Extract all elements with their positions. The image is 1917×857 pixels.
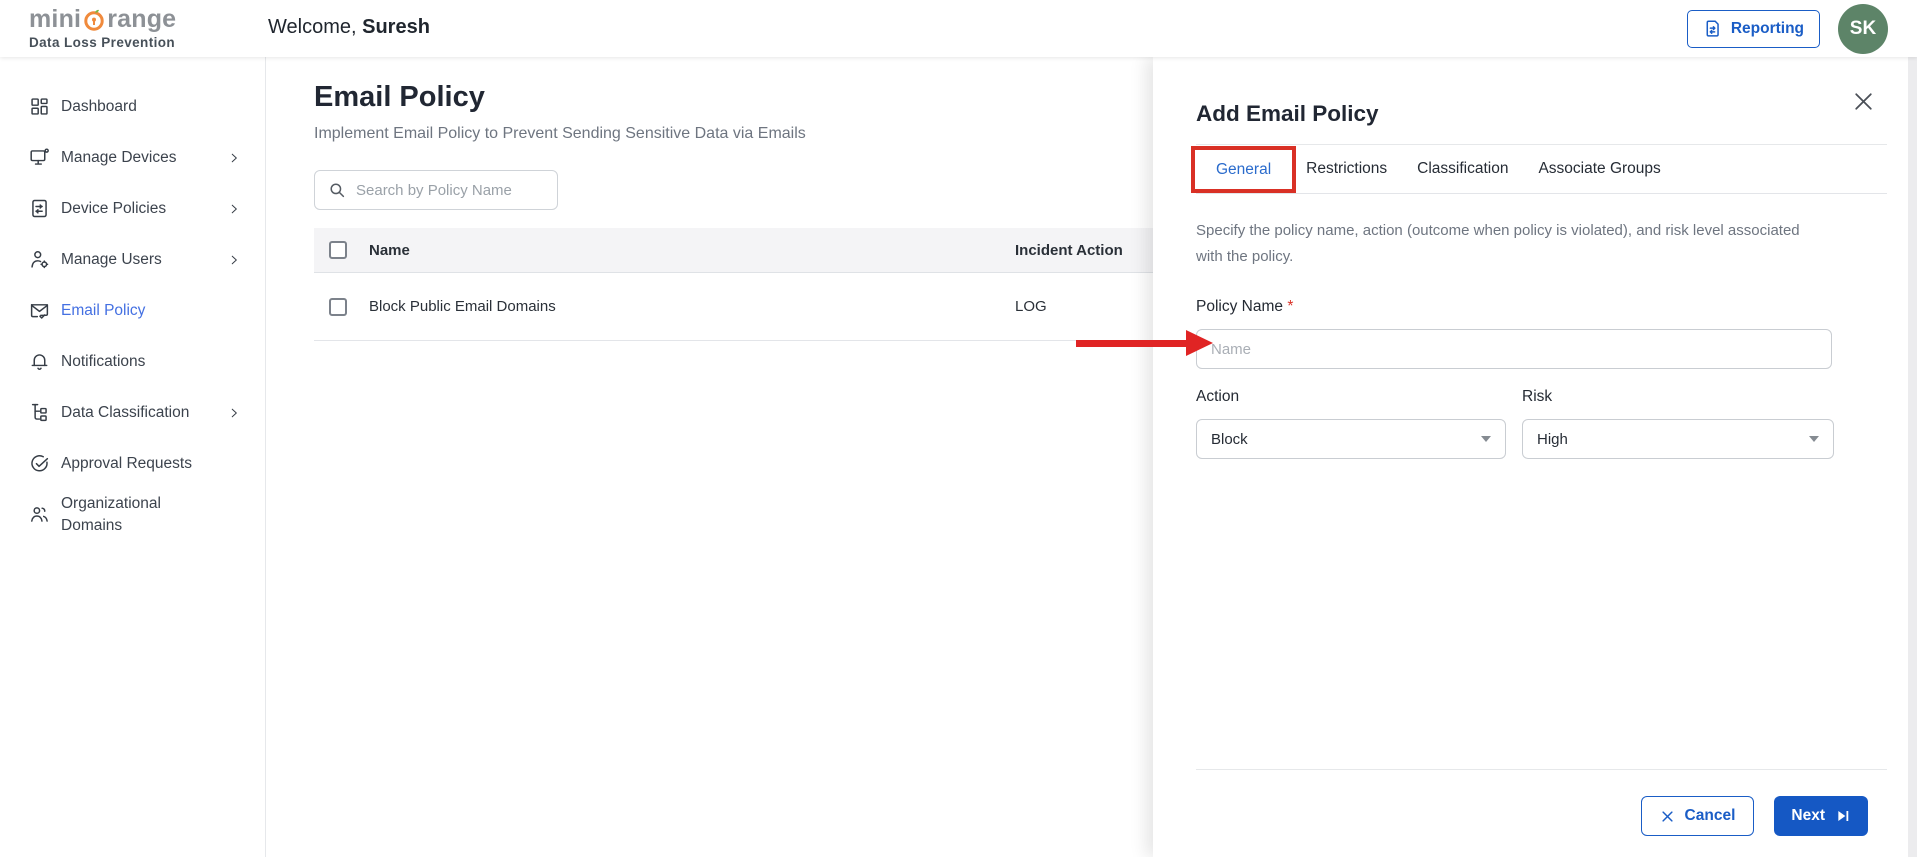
- sidebar-item-label: Manage Devices: [61, 148, 177, 166]
- welcome-username: Suresh: [362, 16, 430, 38]
- avatar-initials: SK: [1849, 17, 1877, 39]
- next-button[interactable]: Next: [1774, 796, 1868, 836]
- caret-down-icon: [1481, 436, 1491, 442]
- sidebar-item-organizational-domains[interactable]: Organizational Domains: [0, 489, 265, 540]
- table-row[interactable]: Block Public Email Domains LOG: [314, 273, 1174, 341]
- policy-document-icon: [29, 198, 50, 219]
- sidebar-item-label: Approval Requests: [61, 454, 192, 472]
- search-input[interactable]: [356, 181, 536, 199]
- chevron-right-icon: [227, 406, 241, 420]
- sidebar-item-label: Email Policy: [61, 301, 146, 319]
- x-icon: [1660, 809, 1675, 824]
- chevron-right-icon: [227, 202, 241, 216]
- user-gear-icon: [29, 249, 50, 270]
- sidebar-item-notifications[interactable]: Notifications: [0, 336, 265, 387]
- sidebar-item-device-policies[interactable]: Device Policies: [0, 183, 265, 234]
- policy-table: Name Incident Action Block Public Email …: [314, 228, 1174, 341]
- report-document-icon: [1703, 19, 1722, 38]
- red-annotation-box: General: [1191, 146, 1297, 193]
- logo-text-suffix: range: [107, 5, 177, 33]
- risk-select-value: High: [1537, 430, 1568, 448]
- skip-next-icon: [1835, 808, 1851, 824]
- cancel-button-label: Cancel: [1684, 807, 1736, 824]
- magnifier-icon: [328, 181, 346, 199]
- drawer-tabs: General Restrictions Classification Asso…: [1191, 145, 1887, 194]
- drawer-scrollbar[interactable]: [1908, 57, 1917, 857]
- sidebar-item-label: Device Policies: [61, 199, 167, 217]
- tab-general[interactable]: General: [1216, 161, 1271, 179]
- table-header-row: Name Incident Action: [314, 228, 1174, 273]
- tab-classification[interactable]: Classification: [1417, 160, 1508, 178]
- sidebar-item-label: Organizational Domains: [61, 494, 161, 534]
- tab-associate-groups[interactable]: Associate Groups: [1538, 160, 1660, 178]
- action-select[interactable]: Block: [1196, 419, 1506, 459]
- brand-logo: mini range Data Loss Prevention: [29, 5, 229, 51]
- sidebar-item-manage-devices[interactable]: Manage Devices: [0, 132, 265, 183]
- envelope-check-icon: [29, 300, 50, 321]
- sidebar-item-email-policy[interactable]: Email Policy: [0, 285, 265, 336]
- check-circle-icon: [29, 453, 50, 474]
- sidebar-item-label: Manage Users: [61, 250, 162, 268]
- select-all-checkbox[interactable]: [329, 241, 347, 259]
- column-header-name: Name: [369, 241, 410, 259]
- reporting-button-label: Reporting: [1730, 19, 1804, 37]
- risk-label: Risk: [1522, 388, 1553, 405]
- add-email-policy-drawer: Add Email Policy General Restrictions Cl…: [1153, 57, 1917, 857]
- welcome-text: Welcome, Suresh: [268, 16, 430, 38]
- sidebar-item-data-classification[interactable]: Data Classification: [0, 387, 265, 438]
- drawer-title: Add Email Policy: [1196, 101, 1379, 126]
- chevron-right-icon: [227, 253, 241, 267]
- app-header: mini range Data Loss Prevention Welcome,…: [0, 0, 1917, 57]
- people-icon: [29, 504, 50, 525]
- chevron-right-icon: [227, 151, 241, 165]
- action-label: Action: [1196, 388, 1240, 405]
- page-root: mini range Data Loss Prevention Welcome,…: [0, 0, 1917, 857]
- sidebar-nav: Dashboard Manage Devices Device Policies…: [0, 57, 266, 857]
- policy-search-box: [314, 170, 558, 210]
- policy-name-label: Policy Name *: [1196, 298, 1294, 315]
- product-name: Data Loss Prevention: [29, 35, 176, 50]
- close-icon[interactable]: [1849, 87, 1877, 115]
- sidebar-item-approval-requests[interactable]: Approval Requests: [0, 438, 265, 489]
- required-asterisk: *: [1287, 298, 1294, 315]
- next-button-label: Next: [1791, 807, 1825, 824]
- sidebar-item-dashboard[interactable]: Dashboard: [0, 81, 265, 132]
- policy-name-cell: Block Public Email Domains: [369, 298, 556, 315]
- policy-name-input[interactable]: [1196, 329, 1832, 369]
- reporting-button[interactable]: Reporting: [1686, 9, 1820, 48]
- orange-lock-logo-icon: [82, 8, 106, 32]
- bell-icon: [29, 351, 50, 372]
- cancel-button[interactable]: Cancel: [1640, 796, 1755, 836]
- logo-text-prefix: mini: [29, 5, 82, 33]
- monitor-icon: [29, 147, 50, 168]
- tab-restrictions[interactable]: Restrictions: [1306, 160, 1387, 178]
- sidebar-item-label: Data Classification: [61, 403, 190, 421]
- sidebar-item-manage-users[interactable]: Manage Users: [0, 234, 265, 285]
- tab-description: Specify the policy name, action (outcome…: [1196, 222, 1800, 265]
- sidebar-item-label: Notifications: [61, 352, 146, 370]
- caret-down-icon: [1809, 436, 1819, 442]
- risk-select[interactable]: High: [1522, 419, 1834, 459]
- user-avatar[interactable]: SK: [1838, 3, 1888, 54]
- sidebar-item-label: Dashboard: [61, 97, 137, 115]
- incident-action-cell: LOG: [1015, 298, 1047, 315]
- classification-tree-icon: [29, 402, 50, 423]
- row-checkbox[interactable]: [329, 297, 347, 316]
- dashboard-icon: [29, 96, 50, 117]
- drawer-footer: Cancel Next: [1196, 769, 1887, 857]
- column-header-incident-action: Incident Action: [1015, 241, 1123, 259]
- action-select-value: Block: [1211, 430, 1248, 448]
